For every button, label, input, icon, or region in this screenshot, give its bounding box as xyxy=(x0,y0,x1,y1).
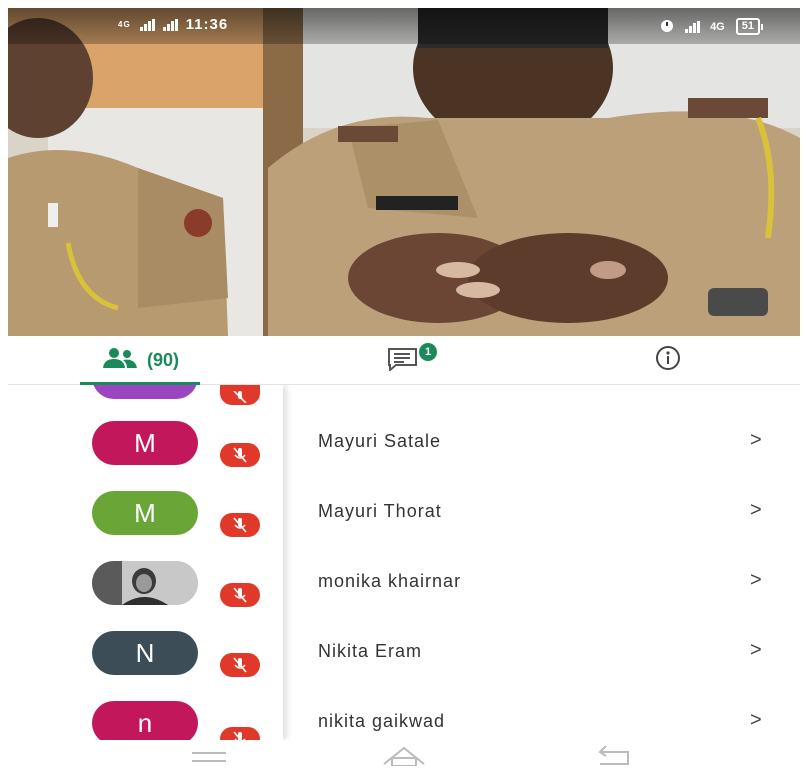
avatar xyxy=(92,385,198,399)
system-nav-bar xyxy=(8,740,800,767)
chevron-right-icon[interactable]: > xyxy=(750,499,762,522)
video-frame-image xyxy=(8,8,800,336)
avatar: N xyxy=(92,631,198,675)
mic-off-icon xyxy=(220,583,260,607)
battery-indicator: 51 xyxy=(735,18,764,35)
avatar: M xyxy=(92,421,198,465)
network-type-right: 4G xyxy=(710,20,725,33)
signal-icon-3 xyxy=(685,20,701,33)
avatar: M xyxy=(92,491,198,535)
chevron-right-icon[interactable]: > xyxy=(750,429,762,452)
chat-unread-badge: 1 xyxy=(419,343,437,361)
tab-info[interactable] xyxy=(536,336,800,384)
mic-off-icon xyxy=(220,727,260,740)
meeting-tabs: (90) 1 xyxy=(8,336,800,385)
tab-chat[interactable]: 1 xyxy=(272,336,536,384)
signal-icon-2 xyxy=(162,18,178,31)
participant-name: Mayuri Thorat xyxy=(318,501,442,521)
participant-count: (90) xyxy=(146,349,179,370)
avatar: n xyxy=(92,701,198,740)
mic-off-icon xyxy=(220,443,260,467)
people-icon xyxy=(101,347,141,374)
status-bar: 4G 11:36 4G 51 xyxy=(8,8,800,44)
network-type-left: 4G xyxy=(118,19,131,29)
chevron-right-icon[interactable]: > xyxy=(750,639,762,662)
chevron-right-icon[interactable]: > xyxy=(750,569,762,592)
signal-icon xyxy=(139,18,155,31)
participant-name: nikita gaikwad xyxy=(318,711,446,731)
participant-name: Mayuri Satale xyxy=(318,431,442,451)
clock-time: 11:36 xyxy=(185,16,229,33)
menu-icon[interactable] xyxy=(190,748,230,771)
participant-row[interactable]: n nikita gaikwad > xyxy=(8,701,800,740)
status-left-group: 4G 11:36 xyxy=(118,16,228,33)
tab-participants[interactable]: (90) xyxy=(8,336,272,385)
chevron-right-icon[interactable]: > xyxy=(750,709,762,732)
mic-off-icon xyxy=(220,513,260,537)
participant-name: monika khairnar xyxy=(318,571,462,591)
mic-off-icon xyxy=(220,653,260,677)
status-right-group: 4G 51 xyxy=(659,17,764,36)
video-feed[interactable] xyxy=(8,8,800,336)
alarm-icon xyxy=(659,17,675,36)
mic-off-icon xyxy=(220,385,260,405)
info-icon xyxy=(655,345,681,376)
participant-list[interactable]: M Mayuri Satale > M Mayuri Thorat > moni… xyxy=(8,385,800,740)
participant-name: Nikita Eram xyxy=(318,641,423,661)
chat-icon xyxy=(386,345,422,376)
avatar-photo xyxy=(92,561,198,605)
